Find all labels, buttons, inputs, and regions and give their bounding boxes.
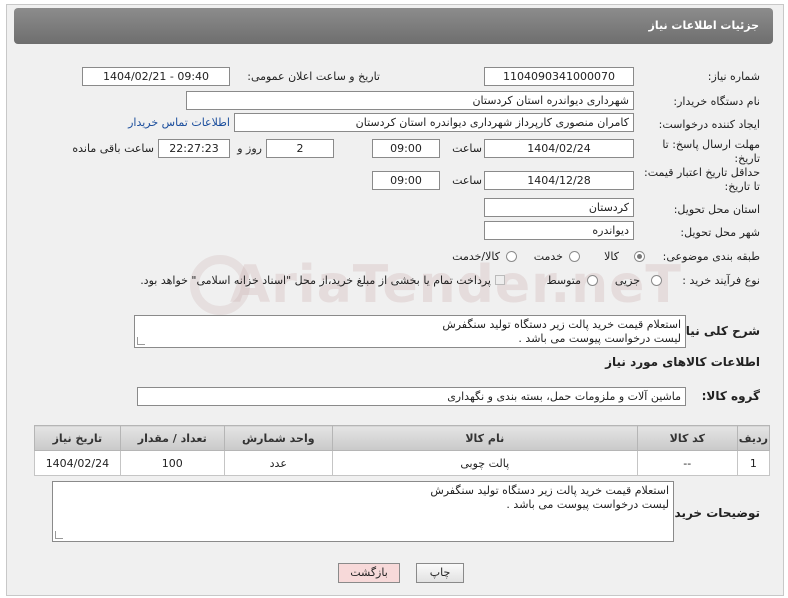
remaining-time-label: ساعت باقی مانده	[72, 142, 154, 155]
description-textarea: استعلام قیمت خرید پالت زیر دستگاه تولید …	[134, 315, 686, 348]
process-radio-medium[interactable]	[587, 275, 598, 286]
remaining-time-field: 22:27:23	[158, 139, 230, 158]
table-row: 1 -- پالت چوبی عدد 100 1404/02/24	[34, 450, 771, 476]
cell-row-no: 1	[736, 450, 771, 476]
goods-info-title: اطلاعات کالاهای مورد نیاز	[605, 355, 760, 369]
items-table: ردیف کد کالا نام کالا واحد شمارش تعداد /…	[34, 425, 771, 476]
description-label: شرح کلی نیاز:	[674, 324, 760, 338]
cell-quantity: 100	[119, 450, 225, 476]
buyer-notes-line-1: استعلام قیمت خرید پالت زیر دستگاه تولید …	[430, 484, 669, 497]
cell-unit: عدد	[223, 450, 333, 476]
days-label: روز و	[237, 142, 262, 155]
cell-need-date: 1404/02/24	[34, 450, 121, 476]
treasury-checkbox[interactable]	[495, 275, 505, 285]
process-option-minor: جزیی	[614, 274, 640, 287]
category-label: طبقه بندی موضوعی:	[662, 250, 760, 263]
col-header-need-date: تاریخ نیاز	[34, 425, 121, 451]
city-field: دیواندره	[484, 221, 634, 240]
province-label: استان محل تحویل:	[673, 203, 760, 216]
cell-code: --	[636, 450, 738, 476]
page-header: جزئیات اطلاعات نیاز	[14, 8, 773, 44]
deadline-time-field: 09:00	[372, 139, 440, 158]
category-option-service: خدمت	[533, 250, 563, 263]
price-valid-date-field: 1404/12/28	[484, 171, 634, 190]
process-option-medium: متوسط	[546, 274, 581, 287]
deadline-time-label: ساعت	[452, 142, 482, 155]
price-valid-time-label: ساعت	[452, 174, 482, 187]
deadline-date-field: 1404/02/24	[484, 139, 634, 158]
buyer-contact-link[interactable]: اطلاعات تماس خریدار	[128, 116, 230, 129]
table-header-row: ردیف کد کالا نام کالا واحد شمارش تعداد /…	[34, 425, 771, 451]
city-label: شهر محل تحویل:	[680, 226, 760, 239]
buyer-org-field: شهرداری دیواندره استان کردستان	[186, 91, 634, 110]
buyer-org-label: نام دستگاه خریدار:	[673, 95, 760, 108]
category-radio-goods[interactable]	[634, 251, 645, 262]
days-field: 2	[266, 139, 334, 158]
category-option-goods-service: کالا/خدمت	[452, 250, 500, 263]
back-button[interactable]: بازگشت	[338, 563, 400, 583]
creator-label: ایجاد کننده درخواست:	[658, 118, 760, 131]
category-radio-goods-service[interactable]	[506, 251, 517, 262]
col-header-unit: واحد شمارش	[223, 425, 333, 451]
print-button[interactable]: چاپ	[416, 563, 464, 583]
cell-name: پالت چوبی	[331, 450, 638, 476]
announce-datetime-field: 1404/02/21 - 09:40	[82, 67, 230, 86]
page-title: جزئیات اطلاعات نیاز	[648, 19, 760, 32]
announce-label: تاریخ و ساعت اعلان عمومی:	[247, 70, 380, 83]
process-radio-minor[interactable]	[651, 275, 662, 286]
resize-grip-icon[interactable]	[137, 337, 145, 345]
province-field: کردستان	[484, 198, 634, 217]
col-header-name: نام کالا	[331, 425, 638, 451]
goods-group-field: ماشین آلات و ملزومات حمل، بسته بندی و نگ…	[137, 387, 686, 406]
creator-field: کامران منصوری کارپرداز شهرداری دیواندره …	[234, 113, 634, 132]
resize-grip-icon[interactable]	[55, 531, 63, 539]
description-line-2: لیست درخواست پیوست می باشد .	[518, 332, 681, 345]
need-number-field: 1104090341000070	[484, 67, 634, 86]
price-valid-label: حداقل تاریخ اعتبار قیمت: تا تاریخ:	[644, 166, 760, 193]
price-valid-time-field: 09:00	[372, 171, 440, 190]
need-number-label: شماره نیاز:	[707, 70, 760, 83]
description-line-1: استعلام قیمت خرید پالت زیر دستگاه تولید …	[442, 318, 681, 331]
buyer-notes-line-2: لیست درخواست پیوست می باشد .	[506, 498, 669, 511]
deadline-label: مهلت ارسال پاسخ: تا تاریخ:	[662, 138, 760, 165]
category-radio-service[interactable]	[569, 251, 580, 262]
col-header-quantity: تعداد / مقدار	[119, 425, 225, 451]
col-header-code: کد کالا	[636, 425, 738, 451]
buyer-notes-textarea: استعلام قیمت خرید پالت زیر دستگاه تولید …	[52, 481, 674, 542]
col-header-row-no: ردیف	[736, 425, 771, 451]
category-option-goods: کالا	[604, 250, 619, 263]
process-label: نوع فرآیند خرید :	[682, 274, 760, 287]
payment-note: پرداخت تمام یا بخشی از مبلغ خرید،از محل …	[140, 274, 491, 287]
goods-group-label: گروه کالا:	[701, 389, 760, 403]
